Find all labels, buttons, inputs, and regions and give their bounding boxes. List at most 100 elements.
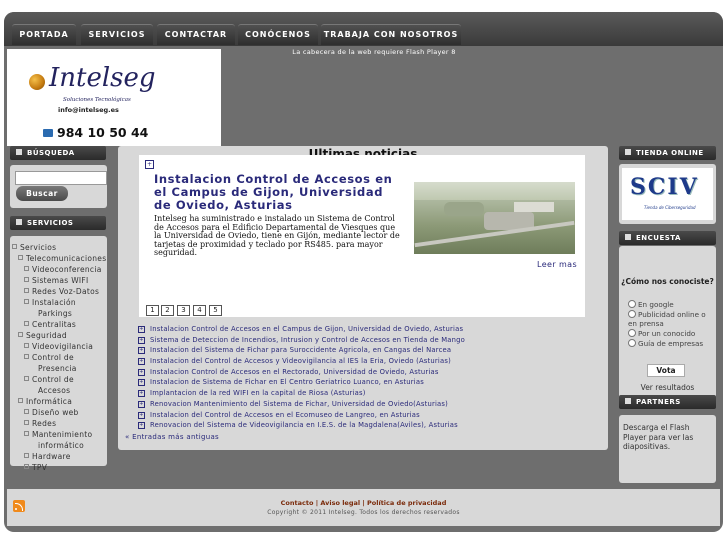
footer-link-aviso-legal[interactable]: Aviso legal bbox=[320, 499, 360, 507]
logo-area[interactable]: Intelseg Soluciones Tecnológicas info@in… bbox=[7, 49, 221, 146]
services-tree-label: Diseño web bbox=[32, 408, 79, 417]
nav-conocenos[interactable]: CONÓCENOS bbox=[238, 24, 318, 45]
services-tree-item[interactable]: Hardware bbox=[12, 451, 106, 462]
square-bullet-icon bbox=[16, 149, 22, 155]
news-list-item-title[interactable]: Renovacion Mantenimiento del Sistema de … bbox=[150, 400, 448, 408]
news-list-item[interactable]: + Instalacion del Sistema de Fichar para … bbox=[138, 345, 598, 356]
services-tree-item[interactable]: Seguridad bbox=[12, 330, 106, 341]
search-input[interactable] bbox=[15, 171, 107, 185]
services-tree-item[interactable]: Videovigilancia bbox=[12, 341, 106, 352]
older-entries-link[interactable]: « Entradas más antiguas bbox=[125, 433, 219, 441]
services-tree-item[interactable]: Control de bbox=[12, 352, 106, 363]
tree-bullet-icon bbox=[18, 398, 23, 403]
services-tree-item[interactable]: Instalación bbox=[12, 297, 106, 308]
services-tree-item[interactable]: Mantenimiento bbox=[12, 429, 106, 440]
news-list-item[interactable]: + Instalacion Control de Accesos en el Ca… bbox=[138, 324, 598, 335]
services-tree-label: Instalación bbox=[32, 298, 76, 307]
shop-banner[interactable]: SCIV Tienda de Ciberseguridad bbox=[622, 168, 713, 220]
nav-portada[interactable]: PORTADA bbox=[12, 24, 76, 45]
expand-icon[interactable]: + bbox=[138, 411, 145, 419]
contact-email[interactable]: info@intelseg.es bbox=[58, 106, 119, 114]
services-tree-item[interactable]: informático bbox=[12, 440, 106, 451]
news-list-item-title[interactable]: Renovacion del Sistema de Videovigilanci… bbox=[150, 421, 458, 429]
featured-title[interactable]: Instalacion Control de Accesos en el Cam… bbox=[154, 173, 404, 212]
news-list-item[interactable]: + Instalacion del Control de Accesos en e… bbox=[138, 410, 598, 421]
poll-option-guia[interactable]: Guía de empresas bbox=[628, 339, 716, 349]
news-list-item-title[interactable]: Sistema de Deteccion de Incendios, Intru… bbox=[150, 336, 465, 344]
footer-link-contacto[interactable]: Contacto bbox=[281, 499, 314, 507]
copyright: Copyright © 2011 Intelseg. Todos los der… bbox=[267, 509, 460, 516]
pager-5[interactable]: 5 bbox=[209, 305, 222, 316]
services-tree-item[interactable]: Control de bbox=[12, 374, 106, 385]
news-list-item-title[interactable]: Instalacion del Sistema de Fichar para S… bbox=[150, 346, 451, 354]
news-list: + Instalacion Control de Accesos en el Ca… bbox=[138, 324, 598, 431]
services-tree-item[interactable]: Centralitas bbox=[12, 319, 106, 330]
expand-icon[interactable]: + bbox=[138, 358, 145, 366]
expand-icon[interactable]: + bbox=[138, 347, 145, 355]
news-list-item-title[interactable]: Implantacion de la red WIFI en la capita… bbox=[150, 389, 366, 397]
featured-image[interactable] bbox=[414, 182, 575, 254]
featured-news-panel: + Instalacion Control de Accesos en el C… bbox=[139, 155, 585, 317]
news-list-item[interactable]: + Renovacion Mantenimiento del Sistema de… bbox=[138, 399, 598, 410]
services-tree-label: Centralitas bbox=[32, 320, 77, 329]
services-tree-label: Parkings bbox=[38, 309, 73, 318]
radio-icon[interactable] bbox=[628, 329, 636, 337]
read-more-link[interactable]: Leer mas bbox=[537, 260, 577, 269]
pager-4[interactable]: 4 bbox=[193, 305, 206, 316]
news-list-item[interactable]: + Instalacion del Control de Accesos y Vi… bbox=[138, 356, 598, 367]
services-tree-item[interactable]: Presencia bbox=[12, 363, 106, 374]
nav-trabaja[interactable]: TRABAJA CON NOSOTROS bbox=[321, 24, 461, 45]
poll-option-google[interactable]: En google bbox=[628, 300, 716, 310]
partners-heading-label: PARTNERS bbox=[636, 398, 681, 406]
news-list-item-title[interactable]: Instalacion del Control de Accesos en el… bbox=[150, 411, 420, 419]
nav-contactar[interactable]: CONTACTAR bbox=[157, 24, 235, 45]
services-tree-item[interactable]: TPV bbox=[12, 462, 106, 473]
services-tree-item[interactable]: Parkings bbox=[12, 308, 106, 319]
services-tree-item[interactable]: Redes bbox=[12, 418, 106, 429]
radio-icon[interactable] bbox=[628, 300, 636, 308]
radio-icon[interactable] bbox=[628, 310, 636, 318]
expand-icon[interactable]: + bbox=[138, 400, 145, 408]
news-list-item-title[interactable]: Instalacion Control de Accesos en el Cam… bbox=[150, 325, 463, 333]
nav-servicios[interactable]: SERVICIOS bbox=[81, 24, 153, 45]
services-tree-item[interactable]: Diseño web bbox=[12, 407, 106, 418]
news-list-item-title[interactable]: Instalacion Control de Accesos en el Rec… bbox=[150, 368, 439, 376]
news-list-item[interactable]: + Implantacion de la red WIFI en la capit… bbox=[138, 388, 598, 399]
expand-icon[interactable]: + bbox=[138, 390, 145, 398]
vote-button[interactable]: Vota bbox=[647, 364, 685, 377]
news-list-item-title[interactable]: Instalacion del Control de Accesos y Vid… bbox=[150, 357, 451, 365]
expand-icon[interactable]: + bbox=[138, 422, 145, 430]
poll-option-conocido[interactable]: Por un conocido bbox=[628, 329, 716, 339]
news-list-item[interactable]: + Instalacion de Sistema de Fichar en El … bbox=[138, 377, 598, 388]
poll-results-link[interactable]: Ver resultados bbox=[619, 383, 716, 392]
pager-2[interactable]: 2 bbox=[161, 305, 174, 316]
pager-3[interactable]: 3 bbox=[177, 305, 190, 316]
services-tree-item[interactable]: Accesos bbox=[12, 385, 106, 396]
expand-icon[interactable]: + bbox=[138, 368, 145, 376]
pager-1[interactable]: 1 bbox=[146, 305, 159, 316]
news-list-item[interactable]: + Sistema de Deteccion de Incendios, Intr… bbox=[138, 335, 598, 346]
radio-icon[interactable] bbox=[628, 339, 636, 347]
services-tree-item[interactable]: Servicios bbox=[12, 242, 106, 253]
expand-icon[interactable]: + bbox=[138, 326, 145, 333]
services-tree-label: Control de bbox=[32, 353, 74, 362]
expand-icon[interactable]: + bbox=[138, 379, 145, 387]
search-button[interactable]: Buscar bbox=[16, 186, 68, 201]
news-list-item[interactable]: + Instalacion Control de Accesos en el Re… bbox=[138, 367, 598, 378]
news-list-item-title[interactable]: Instalacion de Sistema de Fichar en El C… bbox=[150, 378, 424, 386]
tree-bullet-icon bbox=[24, 288, 29, 293]
footer-link-privacidad[interactable]: Política de privacidad bbox=[367, 499, 446, 507]
services-tree-label: Servicios bbox=[20, 243, 57, 252]
services-tree-item[interactable]: Redes Voz-Datos bbox=[12, 286, 106, 297]
expand-icon[interactable]: + bbox=[138, 336, 145, 344]
services-tree-item[interactable]: Telecomunicaciones bbox=[12, 253, 106, 264]
square-bullet-icon bbox=[16, 219, 22, 225]
services-tree-item[interactable]: Videoconferencia bbox=[12, 264, 106, 275]
services-tree-item[interactable]: Informática bbox=[12, 396, 106, 407]
poll-option-publicidad[interactable]: Publicidad online o en prensa bbox=[628, 310, 716, 328]
services-tree-item[interactable]: Sistemas WIFI bbox=[12, 275, 106, 286]
news-list-item[interactable]: + Renovacion del Sistema de Videovigilanc… bbox=[138, 420, 598, 431]
square-bullet-icon bbox=[625, 149, 631, 155]
shop-heading: TIENDA ONLINE bbox=[619, 146, 716, 160]
expand-icon[interactable]: + bbox=[145, 160, 154, 169]
